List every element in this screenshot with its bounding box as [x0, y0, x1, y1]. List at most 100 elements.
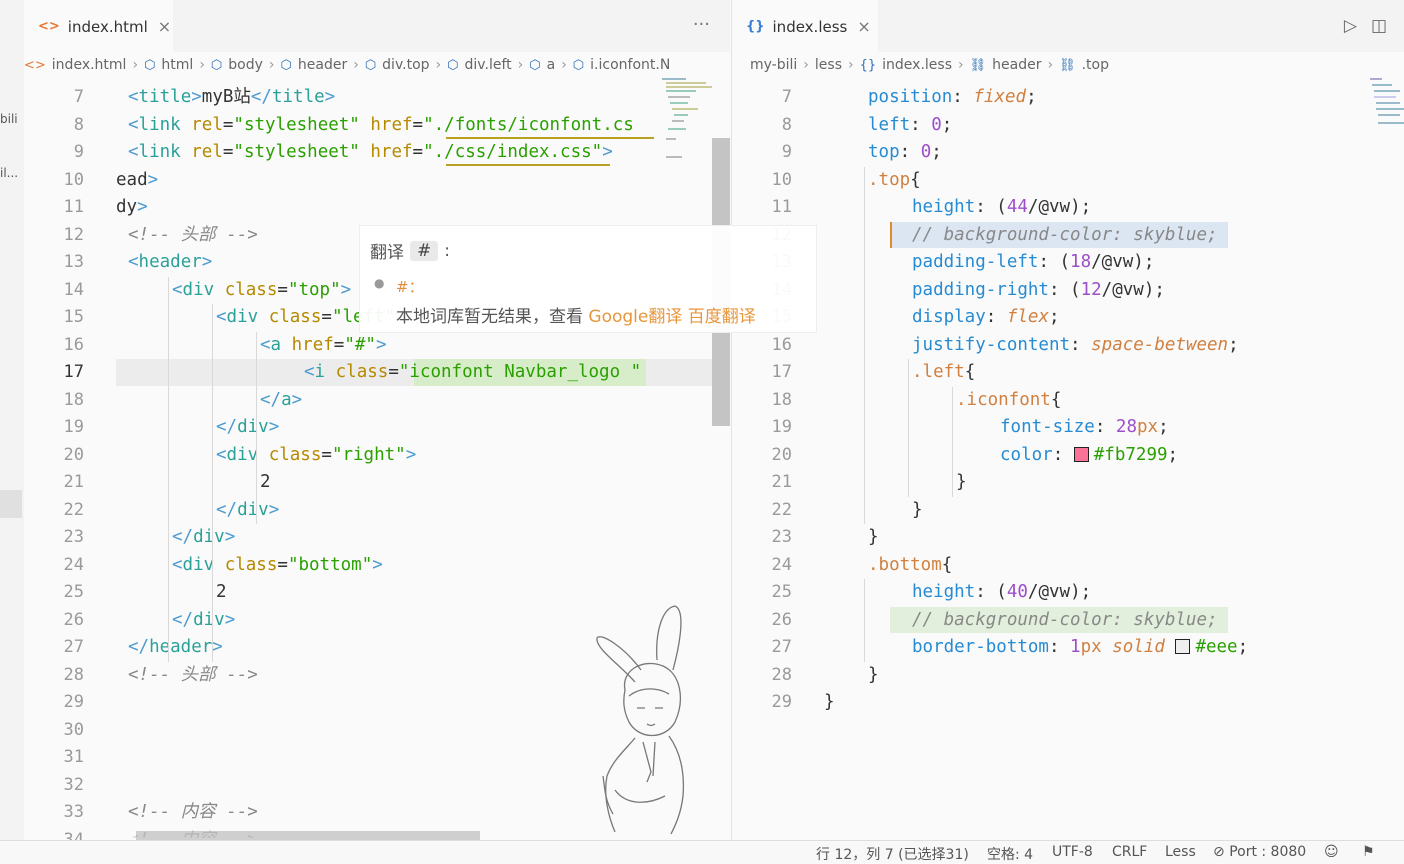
- indentation[interactable]: 空格: 4: [987, 844, 1033, 864]
- breadcrumb-item[interactable]: ⬡ a: [529, 57, 555, 73]
- code-line[interactable]: }: [824, 689, 835, 717]
- chevron-right-icon: ›: [132, 57, 139, 73]
- line-number: 23: [771, 527, 792, 547]
- sketch-character-image: [596, 605, 685, 835]
- code-line[interactable]: dy>: [116, 194, 148, 222]
- code-line[interactable]: position: fixed;: [868, 84, 1037, 112]
- breadcrumb-item[interactable]: ⬡ body: [211, 57, 263, 73]
- code-line[interactable]: font-size: 28px;: [1000, 414, 1169, 442]
- code-line[interactable]: </div>: [216, 414, 279, 442]
- google-translate-link[interactable]: Google翻译: [588, 307, 682, 327]
- code-line[interactable]: </div>: [172, 607, 235, 635]
- line-number: 8: [781, 114, 792, 135]
- close-icon[interactable]: ×: [857, 17, 870, 36]
- chevron-right-icon: ›: [199, 57, 205, 73]
- code-line[interactable]: .iconfont{: [956, 387, 1061, 415]
- indent-guide: [864, 579, 865, 662]
- code-line[interactable]: color: #fb7299;: [1000, 442, 1178, 470]
- code-line[interactable]: 2: [260, 469, 271, 497]
- code-line[interactable]: <link rel="stylesheet" href="./css/index…: [128, 139, 613, 167]
- tab-index-less[interactable]: {} index.less ×: [732, 0, 878, 52]
- language-mode[interactable]: Less: [1165, 844, 1196, 860]
- line-number: 24: [63, 554, 84, 575]
- code-line[interactable]: </header>: [128, 634, 223, 662]
- link-underline: [446, 164, 610, 166]
- code-line[interactable]: border-bottom: 1px solid #eee;: [912, 634, 1248, 662]
- breadcrumb-item[interactable]: ⛓ .top: [1059, 57, 1109, 73]
- code-line[interactable]: <header>: [128, 249, 212, 277]
- cursor-position[interactable]: 行 12，列 7 (已选择31): [816, 844, 969, 864]
- line-ending[interactable]: CRLF: [1112, 844, 1147, 860]
- code-line[interactable]: <!-- 内容 -->: [128, 799, 258, 827]
- code-line[interactable]: </div>: [216, 497, 279, 525]
- code-line[interactable]: <div class="top">: [172, 277, 351, 305]
- code-line[interactable]: .bottom{: [868, 552, 952, 580]
- encoding[interactable]: UTF-8: [1052, 844, 1093, 860]
- code-line[interactable]: }: [868, 662, 879, 690]
- breadcrumb-item[interactable]: <> index.html: [24, 57, 126, 73]
- color-swatch[interactable]: [1175, 639, 1191, 654]
- bullet-icon: ●: [374, 276, 385, 290]
- port-status[interactable]: ⊘ Port : 8080: [1213, 844, 1306, 860]
- breadcrumb-item[interactable]: ⬡ html: [144, 57, 193, 73]
- line-number: 24: [771, 554, 792, 575]
- code-line[interactable]: }: [912, 497, 923, 525]
- code-line[interactable]: .left{: [912, 359, 975, 387]
- breadcrumb-item[interactable]: ⬡ div.left: [447, 57, 511, 73]
- code-line[interactable]: display: flex;: [912, 304, 1060, 332]
- code-line[interactable]: height: (40/@vw);: [912, 579, 1091, 607]
- minimap[interactable]: [662, 78, 717, 198]
- code-line[interactable]: top: 0;: [868, 139, 942, 167]
- line-number: 25: [771, 582, 792, 602]
- code-line[interactable]: </a>: [260, 387, 302, 415]
- feedback-icon[interactable]: ⚑: [1362, 844, 1375, 860]
- breadcrumb-item[interactable]: less: [815, 57, 842, 73]
- tab-index-html[interactable]: <> index.html ×: [24, 0, 173, 52]
- port-icon: ⊘: [1213, 844, 1225, 860]
- split-editor-icon[interactable]: ◫: [1371, 16, 1387, 36]
- right-tab-bar: {} index.less × ▷ ◫: [732, 0, 1404, 53]
- run-icon[interactable]: ▷: [1344, 16, 1357, 36]
- breadcrumb-item[interactable]: ⬡ i.iconfont.N: [573, 57, 671, 73]
- code-line[interactable]: left: 0;: [868, 112, 952, 140]
- code-line[interactable]: justify-content: space-between;: [912, 332, 1239, 360]
- code-line[interactable]: </div>: [172, 524, 235, 552]
- code-line[interactable]: <i class="iconfont Navbar_logo ": [304, 359, 641, 387]
- line-number: 27: [63, 637, 84, 657]
- breadcrumb-item[interactable]: my-bili: [750, 57, 797, 73]
- code-line[interactable]: .top{: [868, 167, 921, 195]
- code-line[interactable]: <link rel="stylesheet" href="./fonts/ico…: [128, 112, 634, 140]
- chevron-right-icon: ›: [803, 57, 809, 73]
- breadcrumb-item[interactable]: ⬡ header: [281, 57, 348, 73]
- code-line[interactable]: <title>myB站</title>: [128, 84, 335, 112]
- color-swatch[interactable]: [1073, 446, 1089, 462]
- breadcrumb-item[interactable]: ⬡ div.top: [365, 57, 430, 73]
- code-line[interactable]: <div class="right">: [216, 442, 416, 470]
- code-line[interactable]: ead>: [116, 167, 158, 195]
- code-line[interactable]: <div class="bottom">: [172, 552, 383, 580]
- code-line[interactable]: }: [868, 524, 879, 552]
- code-line[interactable]: // background-color: skyblue;: [912, 607, 1218, 635]
- copilot-icon[interactable]: ☺: [1324, 844, 1339, 860]
- strip-text-il: il...: [0, 166, 19, 180]
- line-number: 18: [771, 389, 792, 410]
- code-line[interactable]: <!-- 头部 -->: [128, 222, 258, 250]
- code-line[interactable]: <!-- 头部 -->: [128, 662, 258, 690]
- port-label: Port : 8080: [1229, 844, 1307, 860]
- code-line[interactable]: padding-right: (12/@vw);: [912, 277, 1165, 305]
- baidu-translate-link[interactable]: 百度翻译: [688, 307, 756, 327]
- code-line[interactable]: // background-color: skyblue;: [912, 222, 1218, 250]
- minimap[interactable]: [1370, 78, 1404, 198]
- chevron-right-icon: ›: [517, 57, 524, 73]
- code-line[interactable]: 2: [216, 579, 227, 607]
- close-icon[interactable]: ×: [158, 17, 171, 36]
- code-line[interactable]: <a href="#">: [260, 332, 387, 360]
- code-line[interactable]: padding-left: (18/@vw);: [912, 249, 1154, 277]
- more-actions-icon[interactable]: ···: [693, 14, 710, 35]
- chevron-right-icon: ›: [1047, 57, 1054, 73]
- breadcrumb-item[interactable]: ⛓ header: [970, 57, 1042, 73]
- breadcrumb-item[interactable]: {} index.less: [860, 57, 952, 73]
- line-number: 19: [771, 417, 792, 437]
- code-line[interactable]: }: [956, 469, 967, 497]
- code-line[interactable]: height: (44/@vw);: [912, 194, 1091, 222]
